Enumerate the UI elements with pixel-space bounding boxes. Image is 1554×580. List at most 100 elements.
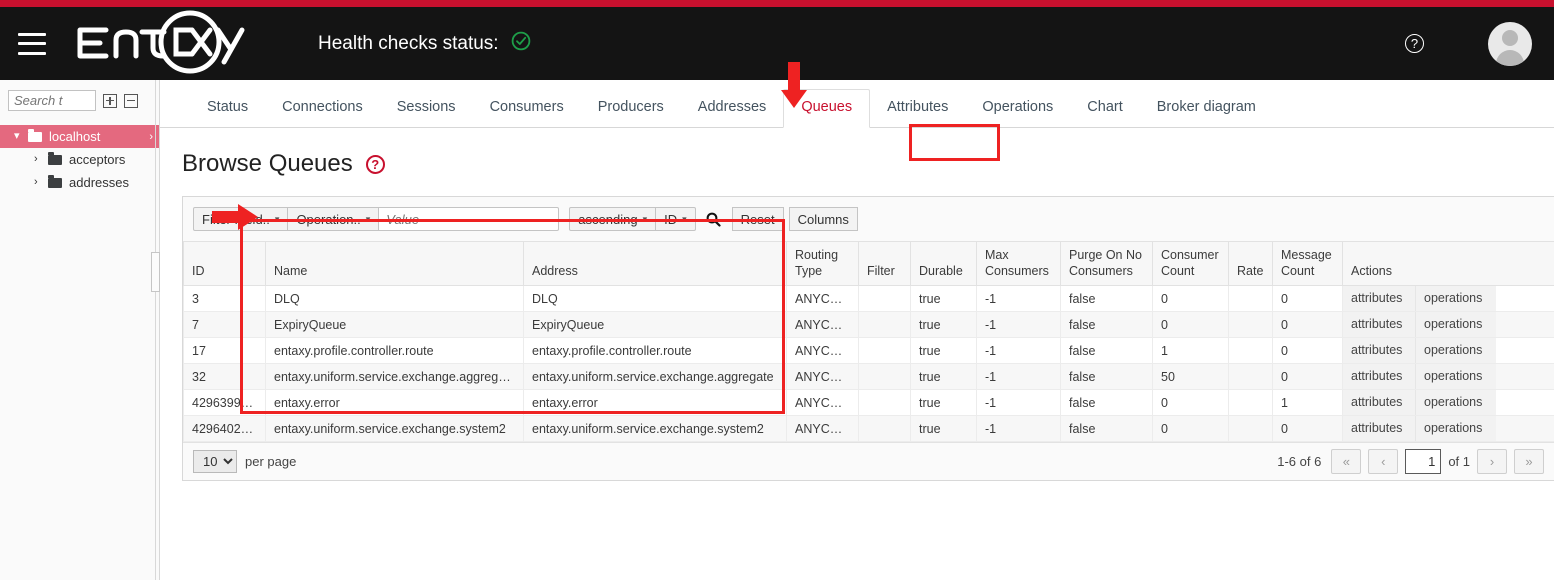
cell-actions: attributes operations [1343,338,1554,364]
search-icon[interactable] [701,207,727,231]
last-page-button[interactable]: » [1514,449,1544,474]
first-page-button[interactable]: « [1331,449,1361,474]
cell-address[interactable]: entaxy.uniform.service.exchange.aggregat… [524,364,787,390]
tab-connections[interactable]: Connections [265,100,380,128]
column-header-address[interactable]: Address [524,242,787,286]
table-row[interactable]: 4296399622 entaxy.error entaxy.error ANY… [184,390,1554,416]
column-header-max-consumers[interactable]: Max Consumers [977,242,1061,286]
cell-name[interactable]: DLQ [266,286,524,312]
operations-link[interactable]: operations [1416,338,1496,363]
column-header-rate[interactable]: Rate [1229,242,1273,286]
tree-search-input[interactable] [8,90,96,111]
cell-actions: attributes operations [1343,390,1554,416]
tab-attributes[interactable]: Attributes [870,100,965,128]
cell-name[interactable]: ExpiryQueue [266,312,524,338]
filter-field-dropdown[interactable]: Filter Field.. ▾ [193,207,288,231]
sidebar-resize-handle[interactable] [151,252,160,292]
sidebar-item-acceptors[interactable]: › acceptors [0,148,159,171]
operations-link[interactable]: operations [1416,312,1496,337]
operation-dropdown[interactable]: Operation.. ▾ [288,207,379,231]
tab-chart[interactable]: Chart [1070,100,1139,128]
header-actions: ? [1405,22,1532,66]
tab-producers[interactable]: Producers [581,100,681,128]
page-help-icon[interactable]: ? [366,155,385,174]
previous-page-button[interactable]: ‹ [1368,449,1398,474]
column-header-name[interactable]: Name [266,242,524,286]
help-icon[interactable]: ? [1405,34,1424,53]
attributes-link[interactable]: attributes [1343,364,1416,389]
operations-link[interactable]: operations [1416,390,1496,415]
sidebar-item-localhost[interactable]: ▾ localhost › [0,125,159,148]
attributes-link[interactable]: attributes [1343,416,1416,441]
cell-address[interactable]: ExpiryQueue [524,312,787,338]
column-header-actions[interactable]: Actions [1343,242,1554,286]
column-header-filter[interactable]: Filter [859,242,911,286]
next-page-button[interactable]: › [1477,449,1507,474]
per-page-select[interactable]: 10 [193,450,237,473]
tab-broker-diagram[interactable]: Broker diagram [1140,100,1273,128]
sidebar-item-addresses[interactable]: › addresses [0,171,159,194]
filter-toolbar: Filter Field.. ▾ Operation.. ▾ ascending… [183,197,1554,241]
operations-link[interactable]: operations [1416,416,1496,441]
tab-status[interactable]: Status [190,100,265,128]
filter-value-input[interactable] [379,207,559,231]
table-row[interactable]: 4296402691 entaxy.uniform.service.exchan… [184,416,1554,442]
cell-address[interactable]: entaxy.profile.controller.route [524,338,787,364]
table-row[interactable]: 3 DLQ DLQ ANYCAST true -1 false 0 0 [184,286,1554,312]
expand-all-icon[interactable] [103,94,117,108]
attributes-link[interactable]: attributes [1343,312,1416,337]
cell-consumer-count: 1 [1153,338,1229,364]
page-number-input[interactable] [1405,449,1441,474]
reset-button[interactable]: Reset [732,207,784,231]
column-header-message-count[interactable]: Message Count [1273,242,1343,286]
cell-message-count: 0 [1273,286,1343,312]
sort-field-dropdown[interactable]: ID ▾ [656,207,696,231]
table-row[interactable]: 17 entaxy.profile.controller.route entax… [184,338,1554,364]
cell-address[interactable]: entaxy.error [524,390,787,416]
cell-name[interactable]: entaxy.uniform.service.exchange.aggregat… [266,364,524,390]
column-header-consumer-count[interactable]: Consumer Count [1153,242,1229,286]
table-row[interactable]: 7 ExpiryQueue ExpiryQueue ANYCAST true -… [184,312,1554,338]
avatar[interactable] [1488,22,1532,66]
column-header-id[interactable]: ID [184,242,266,286]
column-header-purge-on-no-consumers[interactable]: Purge On No Consumers [1061,242,1153,286]
cell-name[interactable]: entaxy.profile.controller.route [266,338,524,364]
queues-panel: Filter Field.. ▾ Operation.. ▾ ascending… [182,196,1554,481]
column-header-routing-type[interactable]: Routing Type [787,242,859,286]
pagination-controls: 1-6 of 6 « ‹ of 1 › » [1277,449,1544,474]
table-header-row: ID Name Address Routing Type Filter Dura… [184,242,1554,286]
cell-purge-on-no-consumers: false [1061,390,1153,416]
hamburger-menu-icon[interactable] [18,33,46,55]
cell-address[interactable]: entaxy.uniform.service.exchange.system2 [524,416,787,442]
attributes-link[interactable]: attributes [1343,286,1416,311]
tab-bar: Status Connections Sessions Consumers Pr… [160,80,1554,128]
sort-direction-dropdown[interactable]: ascending ▾ [569,207,656,231]
attributes-link[interactable]: attributes [1343,338,1416,363]
cell-id: 3 [184,286,266,312]
sidebar-divider [155,80,156,580]
tab-operations[interactable]: Operations [965,100,1070,128]
cell-durable: true [911,338,977,364]
cell-consumer-count: 50 [1153,364,1229,390]
cell-name[interactable]: entaxy.uniform.service.exchange.system2 [266,416,524,442]
entaxy-logo[interactable] [72,10,252,77]
tab-sessions[interactable]: Sessions [380,100,473,128]
tab-addresses[interactable]: Addresses [681,100,784,128]
cell-max-consumers: -1 [977,338,1061,364]
page-total-label: of 1 [1448,454,1470,469]
operations-link[interactable]: operations [1416,364,1496,389]
cell-address[interactable]: DLQ [524,286,787,312]
cell-name[interactable]: entaxy.error [266,390,524,416]
cell-max-consumers: -1 [977,416,1061,442]
tab-queues[interactable]: Queues [783,89,870,129]
chevron-down-icon: ▾ [643,214,648,225]
collapse-all-icon[interactable] [124,94,138,108]
operations-link[interactable]: operations [1416,286,1496,311]
table-row[interactable]: 32 entaxy.uniform.service.exchange.aggre… [184,364,1554,390]
sidebar: ▾ localhost › › acceptors › addresses [0,80,160,580]
cell-rate [1229,338,1273,364]
tab-consumers[interactable]: Consumers [473,100,581,128]
attributes-link[interactable]: attributes [1343,390,1416,415]
column-header-durable[interactable]: Durable [911,242,977,286]
columns-button[interactable]: Columns [789,207,858,231]
